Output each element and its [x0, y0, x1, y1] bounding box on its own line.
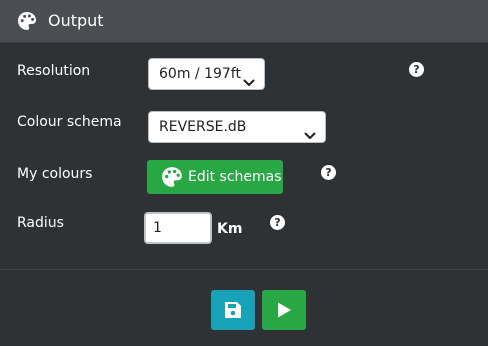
my-colours-label: My colours — [17, 166, 93, 182]
chevron-down-icon — [304, 122, 316, 139]
colour-schema-label: Colour schema — [17, 114, 122, 130]
panel-header: Output — [0, 0, 488, 43]
resolution-label: Resolution — [17, 63, 91, 79]
edit-schemas-label: Edit schemas — [188, 169, 282, 185]
run-button[interactable] — [262, 290, 306, 330]
colour-schema-select[interactable]: REVERSE.dB — [148, 111, 326, 143]
edit-schemas-button[interactable]: Edit schemas — [147, 160, 283, 194]
my-colours-help-icon[interactable]: ? — [321, 165, 336, 180]
resolution-select-value: 60m / 197ft — [159, 66, 241, 82]
radius-unit: Km — [217, 221, 243, 237]
radius-input-value: 1 — [153, 220, 162, 236]
save-icon — [225, 302, 241, 318]
palette-icon — [161, 166, 183, 188]
resolution-help-icon[interactable]: ? — [409, 62, 424, 77]
panel-title: Output — [48, 11, 104, 30]
radius-label: Radius — [17, 215, 64, 231]
radius-help-icon[interactable]: ? — [270, 215, 285, 230]
play-icon — [278, 302, 291, 318]
divider — [0, 269, 488, 270]
palette-icon — [17, 11, 37, 31]
radius-input[interactable]: 1 — [144, 212, 212, 244]
save-button[interactable] — [211, 290, 255, 330]
resolution-select[interactable]: 60m / 197ft — [148, 58, 265, 90]
colour-schema-select-value: REVERSE.dB — [159, 119, 247, 135]
chevron-down-icon — [243, 69, 255, 86]
